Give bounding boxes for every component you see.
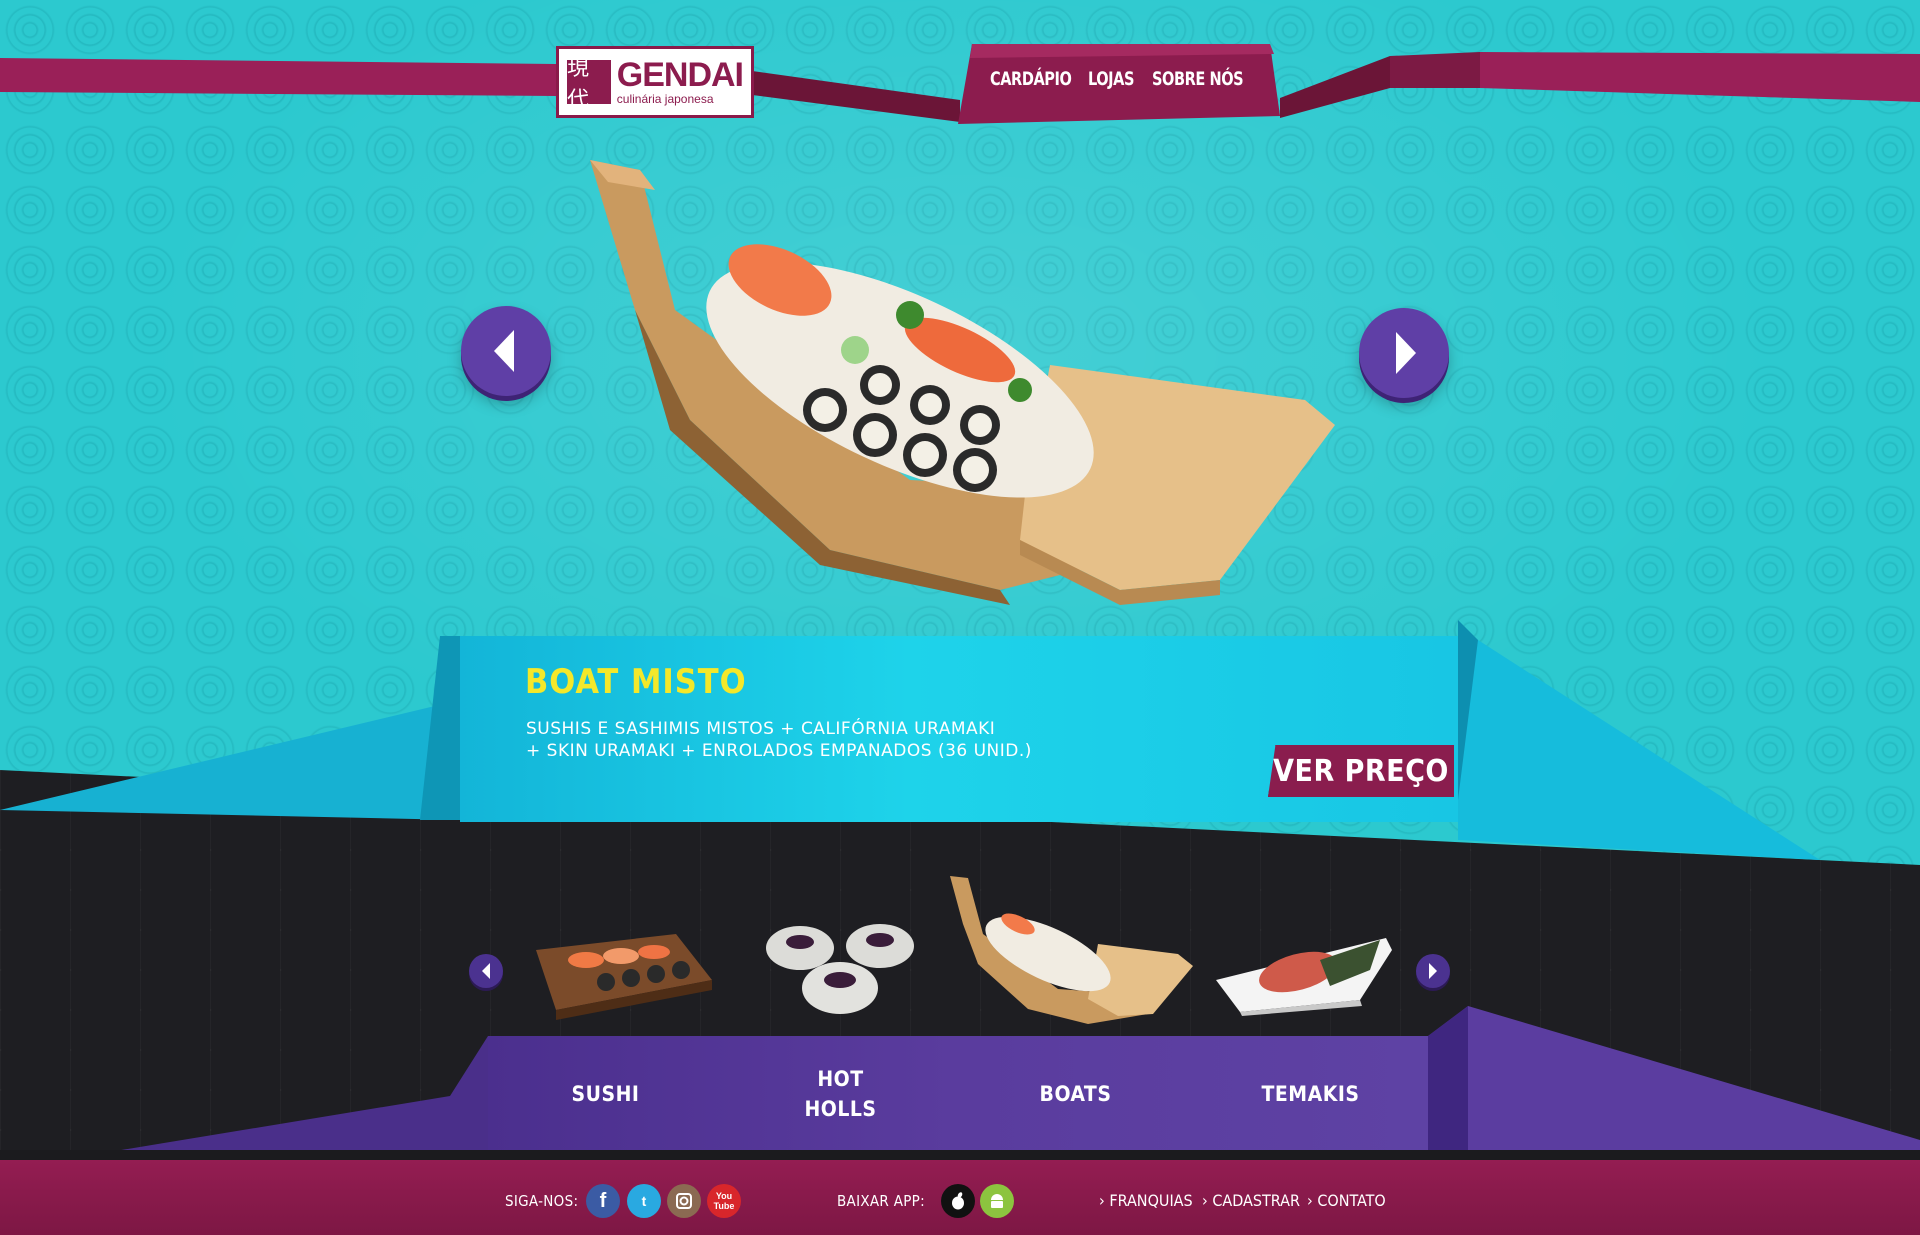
category-temakis[interactable]: TEMAKIS (1193, 1036, 1428, 1152)
facebook-icon[interactable]: f (586, 1184, 620, 1218)
thumbs-prev-button[interactable] (469, 954, 503, 988)
logo-mark: 現代 (567, 56, 611, 113)
featured-description: SUSHIS E SASHIMIS MISTOS + CALIFÓRNIA UR… (526, 718, 1086, 762)
category-sushi[interactable]: SUSHI (488, 1036, 723, 1152)
chevron-left-icon (494, 330, 514, 372)
footer-link-franquias[interactable]: › FRANQUIAS (1099, 1191, 1193, 1210)
android-glyph (991, 1194, 1003, 1208)
android-icon[interactable] (980, 1184, 1014, 1218)
instagram-icon[interactable] (667, 1184, 701, 1218)
featured-product-image (590, 160, 1335, 605)
description-line-2: + SKIN URAMAKI + ENROLADOS EMPANADOS (36… (526, 741, 1032, 761)
main-nav: CARDÁPIO LOJAS SOBRE NÓS (990, 68, 1259, 90)
footer-link-contato[interactable]: › CONTATO (1307, 1191, 1386, 1210)
app-label: BAIXAR APP: (837, 1192, 925, 1210)
chevron-left-icon (482, 963, 490, 979)
hero-prev-button[interactable] (461, 306, 551, 396)
category-bar: SUSHI HOT HOLLS BOATS TEMAKIS (488, 1036, 1428, 1152)
nav-lojas[interactable]: LOJAS (1088, 68, 1134, 90)
see-price-button[interactable]: VER PREÇO (1268, 745, 1454, 797)
logo-name: GENDAI (616, 56, 744, 94)
brand-logo[interactable]: 現代 GENDAI culinária japonesa (556, 46, 754, 118)
footer-link-franquias-label: FRANQUIAS (1109, 1191, 1193, 1210)
camera-glyph (676, 1193, 692, 1209)
apple-glyph (952, 1192, 964, 1210)
description-line-1: SUSHIS E SASHIMIS MISTOS + CALIFÓRNIA UR… (526, 719, 996, 739)
footer-link-contato-label: CONTATO (1317, 1191, 1386, 1210)
logo-tagline: culinária japonesa (616, 92, 714, 106)
nav-cardapio[interactable]: CARDÁPIO (990, 68, 1072, 90)
twitter-icon[interactable]: t (627, 1184, 661, 1218)
follow-label: SIGA-NOS: (505, 1192, 579, 1210)
chevron-right-icon (1396, 332, 1416, 374)
featured-title: BOAT MISTO (525, 662, 747, 702)
chevron-right-icon (1429, 963, 1437, 979)
thumbs-next-button[interactable] (1416, 954, 1450, 988)
hero-next-button[interactable] (1359, 308, 1449, 398)
apple-icon[interactable] (941, 1184, 975, 1218)
footer: SIGA-NOS: f t You Tube BAIXAR APP: › FRAN… (0, 1160, 1920, 1235)
category-boats[interactable]: BOATS (958, 1036, 1193, 1152)
footer-link-cadastrar[interactable]: › CADASTRAR (1202, 1191, 1300, 1210)
footer-link-cadastrar-label: CADASTRAR (1212, 1191, 1300, 1210)
youtube-icon[interactable]: You Tube (707, 1184, 741, 1218)
nav-sobre-nos[interactable]: SOBRE NÓS (1152, 68, 1244, 90)
category-hot-holls[interactable]: HOT HOLLS (723, 1036, 958, 1152)
